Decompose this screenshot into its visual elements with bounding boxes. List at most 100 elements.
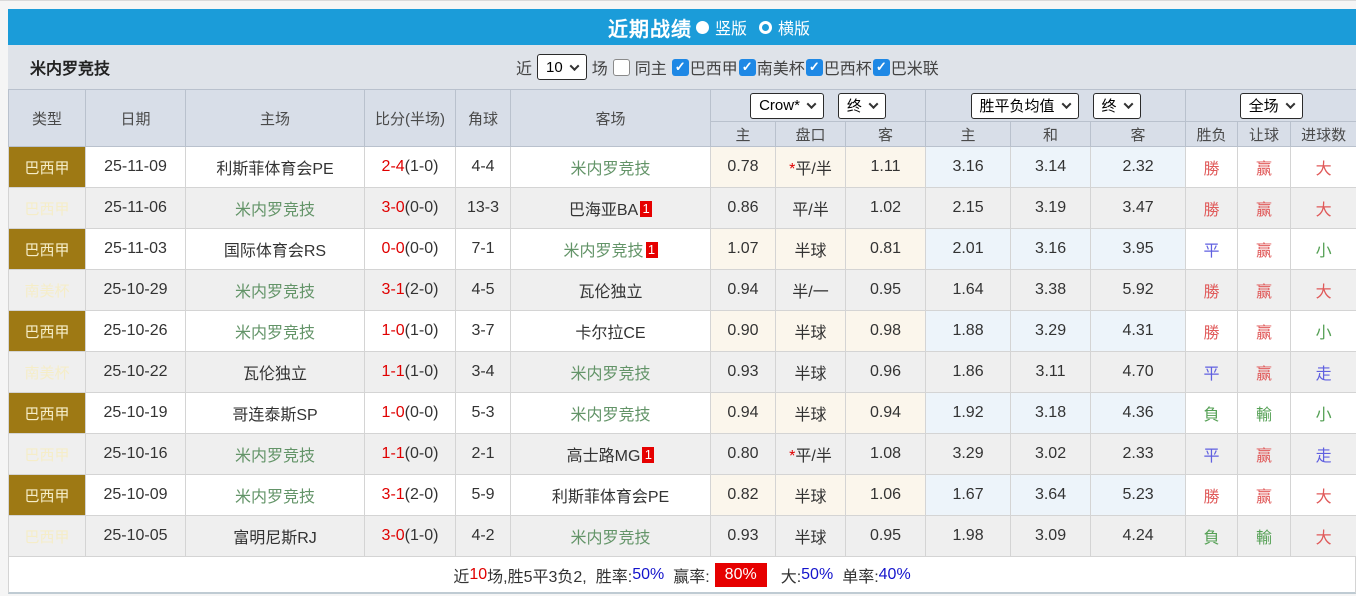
avg-home-odds: 1.64 (925, 269, 1012, 311)
handicap-line: 半球 (794, 530, 827, 547)
halftime-score: (0-0) (404, 445, 439, 462)
league-type-cell: 巴西甲 (8, 474, 86, 516)
league-type-cell: 巴西甲 (8, 310, 86, 352)
radio-option-vertical[interactable]: 竖版 (695, 15, 747, 39)
avg-draw-odds: 3.64 (1010, 474, 1092, 516)
single-rate-value: 40% (878, 565, 911, 583)
chevron-down-icon (806, 99, 817, 110)
avg-draw-odds: 3.09 (1010, 515, 1092, 557)
league-filter-item[interactable]: 巴米联 (872, 55, 939, 79)
subcol-avg-home: 主 (925, 121, 1012, 147)
goals-result-cell: 大 (1290, 474, 1356, 516)
table-row: 南美杯 25-10-22 瓦伦独立 1-1(1-0) 3-4 米内罗竞技 0.9… (8, 351, 1356, 393)
avg-away-odds: 5.23 (1090, 474, 1187, 516)
odds-source-select[interactable]: Crow* (750, 92, 824, 119)
handicap-home-odds: 0.82 (710, 474, 776, 516)
league-filter-label: 南美杯 (756, 61, 805, 78)
score-cell: 3-1(2-0) (364, 474, 456, 516)
handicap-line-cell: 半球 (775, 228, 846, 270)
match-count-select[interactable]: 10 (537, 54, 587, 80)
table-header: 类型 日期 主场 比分(半场) 角球 客场 Crow* 终 胜平负均值 终 全场… (8, 89, 1356, 147)
home-team-cell: 国际体育会RS (185, 228, 365, 270)
halftime-score: (0-0) (404, 404, 439, 421)
radio-option-horizontal[interactable]: 横版 (759, 15, 810, 39)
league-filter-item[interactable]: 巴西甲 (671, 55, 738, 79)
handicap-line-cell: 半球 (775, 515, 846, 557)
goals-result-cell: 走 (1290, 433, 1356, 475)
away-team-cell: 米内罗竞技 (510, 351, 711, 393)
home-team-cell: 米内罗竞技 (185, 269, 365, 311)
checked-checkbox-icon (671, 58, 689, 76)
chevron-down-icon (1123, 99, 1134, 110)
col-header-home: 主场 (185, 89, 365, 147)
handicap-line: 半/一 (792, 284, 829, 301)
home-team-name: 米内罗竞技 (234, 202, 315, 219)
avg-odds-select[interactable]: 胜平负均值 (970, 92, 1079, 119)
date-cell: 25-10-05 (85, 515, 186, 557)
goals-result-cell: 小 (1290, 392, 1356, 434)
league-filter-label: 巴西甲 (689, 61, 738, 78)
handicap-line-cell: *平/半 (775, 146, 846, 188)
subcol-hcp-home: 主 (710, 121, 776, 147)
subcol-hcp-away: 客 (844, 121, 927, 147)
col-header-corners: 角球 (455, 89, 511, 147)
same-home-checkbox[interactable] (612, 58, 630, 76)
team-name: 米内罗竞技 (30, 61, 111, 78)
handicap-time-value: 终 (846, 98, 862, 115)
corners-cell: 4-5 (455, 269, 511, 311)
chevron-down-icon (569, 60, 580, 71)
halftime-score: (2-0) (404, 486, 439, 503)
title-bar: 近期战绩 竖版 横版 (8, 9, 1356, 45)
score-cell: 1-1(0-0) (364, 433, 456, 475)
handicap-home-odds: 0.94 (710, 392, 776, 434)
home-team-cell: 米内罗竞技 (185, 433, 365, 475)
checked-checkbox-icon (738, 58, 756, 76)
handicap-away-odds: 1.08 (844, 433, 927, 475)
handicap-result-cell: 赢 (1237, 351, 1292, 393)
avg-away-odds: 5.92 (1090, 269, 1187, 311)
away-team-cell: 卡尔拉CE (510, 310, 711, 352)
table-row: 巴西甲 25-10-19 哥连泰斯SP 1-0(0-0) 5-3 米内罗竞技 0… (8, 392, 1356, 434)
big-rate-label: 大: (780, 568, 802, 586)
away-team-cell: 米内罗竞技 (510, 146, 711, 188)
handicap-away-odds: 1.06 (844, 474, 927, 516)
fulltime-score: 3-0 (381, 527, 405, 544)
league-filter-list: 巴西甲 南美杯 巴西杯 巴米联 (671, 55, 940, 79)
home-team-cell: 富明尼斯RJ (185, 515, 365, 557)
handicap-line-cell: 半球 (775, 392, 846, 434)
handicap-result-cell: 赢 (1237, 146, 1292, 188)
league-filter-item[interactable]: 巴西杯 (805, 55, 872, 79)
scope-select[interactable]: 全场 (1239, 92, 1303, 119)
summary-count: 10 (469, 565, 488, 583)
avg-away-odds: 4.31 (1090, 310, 1187, 352)
col-header-date: 日期 (85, 89, 186, 147)
avg-time-select[interactable]: 终 (1092, 92, 1141, 119)
score-cell: 1-1(1-0) (364, 351, 456, 393)
score-cell: 2-4(1-0) (364, 146, 456, 188)
handicap-line: 平/半 (792, 202, 829, 219)
avg-home-odds: 1.92 (925, 392, 1012, 434)
avg-draw-odds: 3.02 (1010, 433, 1092, 475)
table-row: 巴西甲 25-10-05 富明尼斯RJ 3-0(1-0) 4-2 米内罗竞技 0… (8, 515, 1356, 557)
avg-home-odds: 1.86 (925, 351, 1012, 393)
avg-draw-odds: 3.14 (1010, 146, 1092, 188)
recent-results-panel: 近期战绩 竖版 横版 米内罗竞技 近 10 场 同主 ✓ 巴西甲 ✓ 南美杯 ✓… (0, 1, 1356, 594)
avg-draw-odds: 3.29 (1010, 310, 1092, 352)
home-team-cell: 米内罗竞技 (185, 310, 365, 352)
avg-home-odds: 1.88 (925, 310, 1012, 352)
handicap-home-odds: 0.93 (710, 351, 776, 393)
league-type-cell: 巴西甲 (8, 515, 86, 557)
away-team-cell: 巴海亚BA 1 (510, 187, 711, 229)
red-card-badge: 1 (642, 447, 655, 463)
chevron-down-icon (1285, 99, 1296, 110)
handicap-result-cell: 赢 (1237, 228, 1292, 270)
results-body: 巴西甲 25-11-09 利斯菲体育会PE 2-4(1-0) 4-4 米内罗竞技… (8, 146, 1356, 557)
fulltime-score: 0-0 (381, 240, 405, 257)
handicap-result-cell: 輸 (1237, 392, 1292, 434)
handicap-time-select[interactable]: 终 (837, 92, 886, 119)
home-team-name: 哥连泰斯SP (232, 407, 318, 424)
date-cell: 25-10-16 (85, 433, 186, 475)
handicap-result-cell: 赢 (1237, 310, 1292, 352)
avg-controls-cell: 胜平负均值 终 (925, 89, 1187, 122)
league-filter-item[interactable]: 南美杯 (738, 55, 805, 79)
